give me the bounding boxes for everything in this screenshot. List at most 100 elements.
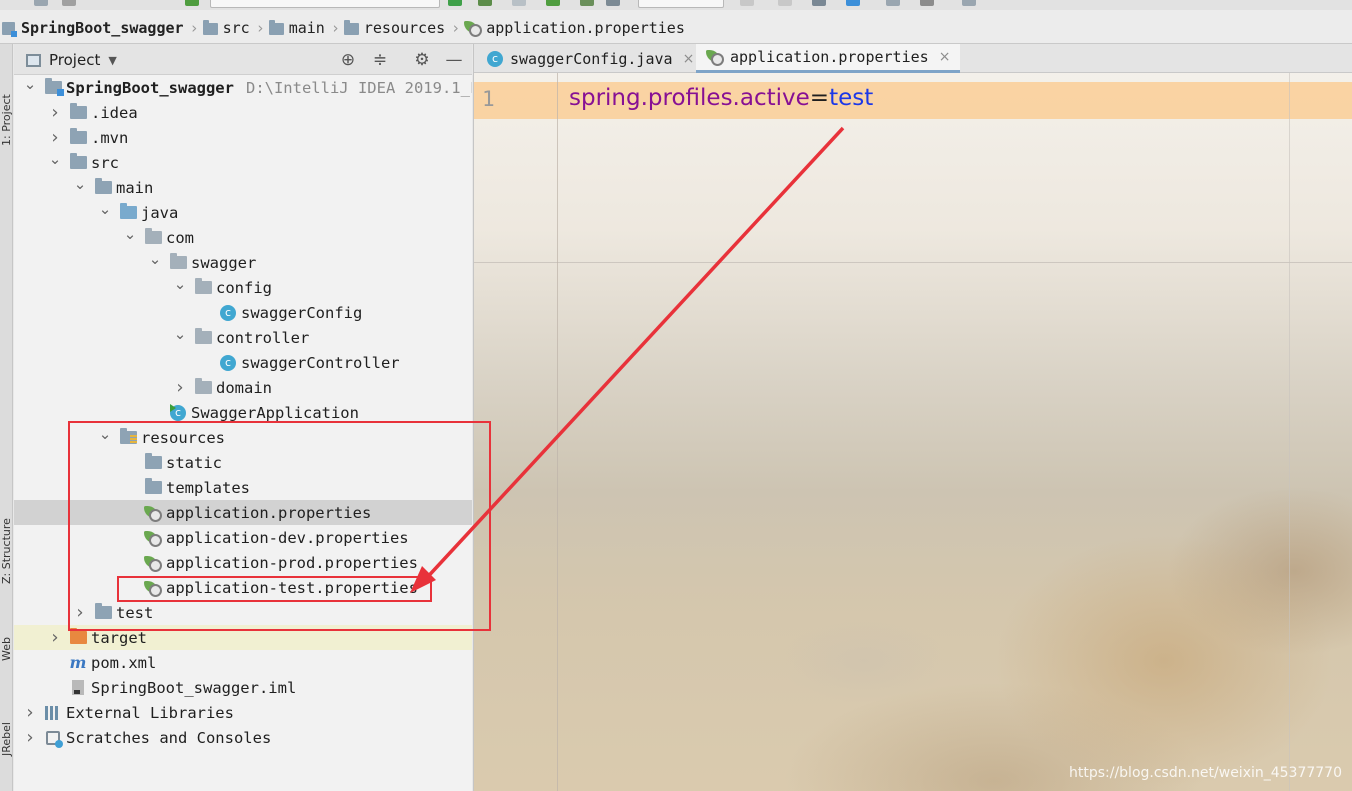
- tree-item-swaggerconfig[interactable]: ›cswaggerConfig: [14, 300, 472, 325]
- chevron-down-icon: ▼: [108, 53, 117, 67]
- project-tool-tab[interactable]: 1: Project: [0, 56, 13, 146]
- tab-swaggerconfig[interactable]: c swaggerConfig.java ×: [476, 44, 704, 73]
- tree-item-label: java: [141, 203, 179, 222]
- breadcrumb-file[interactable]: application.properties: [462, 19, 689, 37]
- tree-item-label: com: [166, 228, 194, 247]
- tree-item-label: swagger: [191, 253, 257, 272]
- tree-item-springboot-swagger[interactable]: ⌄ SpringBoot_swagger D:\IntelliJ IDEA 2019…: [14, 75, 472, 100]
- left-tool-window-strip: 1: Project Z: Structure Web JRebel: [0, 44, 13, 791]
- project-icon: [26, 53, 41, 67]
- tab-application-properties[interactable]: application.properties ×: [696, 44, 961, 73]
- tree-item-swaggercontroller[interactable]: ›cswaggerController: [14, 350, 472, 375]
- tree-item-idea[interactable]: › .idea: [14, 100, 472, 125]
- debug-icon[interactable]: [478, 0, 492, 6]
- folder-icon: [202, 20, 218, 35]
- tree-item-swagger[interactable]: ⌄ swagger: [14, 250, 472, 275]
- jrebel-config-select[interactable]: [638, 0, 724, 8]
- search-icon[interactable]: [920, 0, 934, 6]
- tree-item-controller[interactable]: ⌄ controller: [14, 325, 472, 350]
- expanded-arrow-icon[interactable]: ⌄: [47, 150, 63, 168]
- iml-file-icon: [69, 679, 87, 697]
- jrebel-run-icon[interactable]: [580, 0, 594, 6]
- stop-icon[interactable]: [740, 0, 754, 6]
- tree-item-springboot-swagger-iml[interactable]: ›SpringBoot_swagger.iml: [14, 675, 472, 700]
- module-folder-icon: [44, 78, 64, 97]
- expanded-arrow-icon[interactable]: ⌄: [97, 200, 113, 218]
- tree-item-label: .mvn: [91, 128, 129, 147]
- collapsed-arrow-icon[interactable]: ›: [47, 127, 63, 148]
- collapsed-arrow-icon[interactable]: ›: [22, 702, 38, 723]
- close-icon[interactable]: ×: [939, 49, 951, 65]
- gear-icon[interactable]: ⚙: [412, 50, 432, 70]
- tree-item-external-libraries[interactable]: › External Libraries: [14, 700, 472, 725]
- class-icon: c: [219, 354, 237, 372]
- breadcrumb-src[interactable]: src: [201, 19, 254, 37]
- tree-item-label: domain: [216, 378, 272, 397]
- back-icon[interactable]: [185, 0, 199, 6]
- tree-item-label: config: [216, 278, 272, 297]
- libraries-icon: [44, 704, 62, 722]
- package-icon: [144, 228, 162, 247]
- tree-item-config[interactable]: ⌄ config: [14, 275, 472, 300]
- breadcrumb-main[interactable]: main: [267, 19, 329, 37]
- expanded-arrow-icon[interactable]: ⌄: [172, 275, 188, 293]
- folder-icon: [69, 153, 87, 172]
- wrench-icon[interactable]: [812, 0, 826, 6]
- profile-icon[interactable]: [546, 0, 560, 6]
- code-line[interactable]: spring.profiles.active=test: [569, 85, 873, 111]
- save-icon[interactable]: [34, 0, 48, 6]
- close-icon[interactable]: ×: [683, 51, 695, 67]
- package-icon: [169, 253, 187, 272]
- tree-item-main[interactable]: ⌄ main: [14, 175, 472, 200]
- project-view-selector[interactable]: Project ▼: [26, 51, 117, 69]
- breadcrumb-project[interactable]: SpringBoot_swagger: [0, 19, 188, 37]
- tree-item-pom-xml[interactable]: ›mpom.xml: [14, 650, 472, 675]
- tree-item-com[interactable]: ⌄ com: [14, 225, 472, 250]
- collapse-all-icon[interactable]: ≑: [370, 50, 390, 70]
- tree-item-mvn[interactable]: › .mvn: [14, 125, 472, 150]
- vcs-icon[interactable]: [886, 0, 900, 6]
- package-icon: [194, 378, 212, 397]
- expanded-arrow-icon[interactable]: ⌄: [72, 175, 88, 193]
- run-icon[interactable]: [448, 0, 462, 6]
- expanded-arrow-icon[interactable]: ⌄: [147, 250, 163, 268]
- project-panel: Project ▼ ⊕ ≑ ⚙ — ⌄ SpringBoot_swagger D:\…: [14, 44, 472, 791]
- collapsed-arrow-icon[interactable]: ›: [22, 727, 38, 748]
- property-equals: =: [809, 85, 830, 111]
- build-icon[interactable]: [778, 0, 792, 6]
- tree-item-label: target: [91, 628, 147, 647]
- expanded-arrow-icon[interactable]: ⌄: [122, 225, 138, 243]
- collapsed-arrow-icon[interactable]: ›: [47, 102, 63, 123]
- tree-item-domain[interactable]: › domain: [14, 375, 472, 400]
- jrebel-tool-tab[interactable]: JRebel: [0, 686, 13, 756]
- locate-icon[interactable]: ⊕: [338, 50, 358, 70]
- resources-folder-icon: [343, 20, 359, 35]
- collapsed-arrow-icon[interactable]: ›: [172, 377, 188, 398]
- tree-item-label: SpringBoot_swagger: [66, 78, 234, 97]
- collapsed-arrow-icon[interactable]: ›: [47, 627, 63, 648]
- sync-icon[interactable]: [62, 0, 76, 6]
- breadcrumb-separator: ›: [189, 19, 199, 37]
- hide-icon[interactable]: —: [444, 50, 464, 70]
- coverage-icon[interactable]: [512, 0, 526, 6]
- property-key: spring.profiles.active: [569, 85, 810, 111]
- excluded-folder-icon: [69, 628, 87, 647]
- class-icon: c: [486, 50, 504, 68]
- breadcrumb-resources[interactable]: resources: [342, 19, 449, 37]
- city-background: [474, 361, 1352, 791]
- run-configuration-select[interactable]: [210, 0, 440, 8]
- tree-item-scratches-and-consoles[interactable]: › Scratches and Consoles: [14, 725, 472, 750]
- project-path-hint: D:\IntelliJ IDEA 2019.1_Fi: [245, 78, 472, 97]
- tree-item-src[interactable]: ⌄ src: [14, 150, 472, 175]
- update-icon[interactable]: [962, 0, 976, 6]
- project-structure-icon[interactable]: [846, 0, 860, 6]
- web-tool-tab[interactable]: Web: [0, 616, 13, 661]
- property-value: test: [829, 85, 874, 111]
- tree-item-java[interactable]: ⌄ java: [14, 200, 472, 225]
- breadcrumb-separator: ›: [255, 19, 265, 37]
- expanded-arrow-icon[interactable]: ⌄: [172, 325, 188, 343]
- tree-item-label: main: [116, 178, 154, 197]
- expanded-arrow-icon[interactable]: ⌄: [22, 75, 38, 93]
- structure-tool-tab[interactable]: Z: Structure: [0, 474, 13, 584]
- jrebel-debug-icon[interactable]: [606, 0, 620, 6]
